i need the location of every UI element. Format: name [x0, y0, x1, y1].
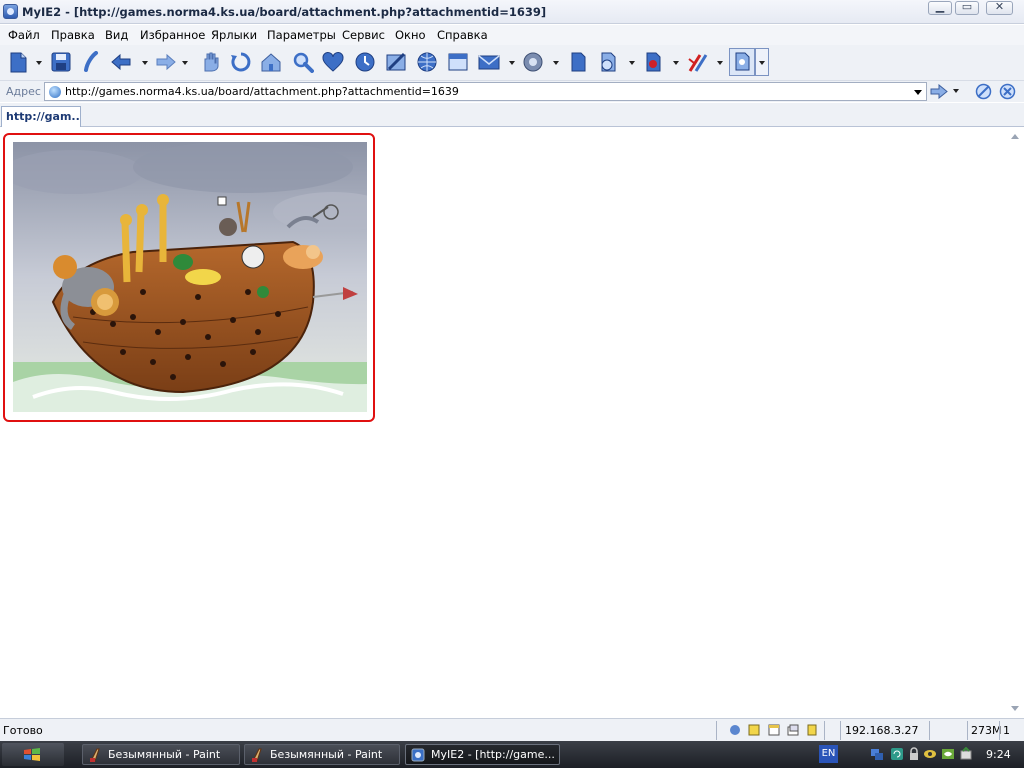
- taskbar-item-myie2[interactable]: MyIE2 - [http://game...: [405, 744, 560, 765]
- forward-dropdown-icon[interactable]: [182, 61, 188, 65]
- security-tray-icon[interactable]: [907, 747, 921, 761]
- nvidia-icon[interactable]: [941, 747, 955, 761]
- media-icon[interactable]: [522, 51, 544, 73]
- new-dropdown-icon[interactable]: [36, 61, 42, 65]
- paint-icon: [252, 748, 262, 762]
- toolbar: [0, 45, 1024, 81]
- vertical-scrollbar[interactable]: [1007, 128, 1024, 718]
- noah-ark-image[interactable]: [13, 142, 367, 412]
- view-icon[interactable]: [729, 48, 755, 76]
- page-status-icon[interactable]: [768, 724, 780, 736]
- sync-icon[interactable]: [890, 747, 904, 761]
- tools-icon[interactable]: [686, 51, 708, 73]
- status-separator: [840, 721, 841, 740]
- mail-icon[interactable]: [478, 51, 500, 73]
- window-title: MyIE2 - [http://games.norma4.ks.ua/board…: [22, 5, 547, 19]
- satellite-icon[interactable]: [975, 83, 992, 100]
- status-text: Готово: [3, 724, 43, 737]
- back-dropdown-icon[interactable]: [142, 61, 148, 65]
- new-icon[interactable]: [7, 51, 29, 73]
- ip-address: 192.168.3.27: [845, 724, 919, 737]
- myie2-icon: [411, 748, 425, 762]
- note-status-icon[interactable]: [748, 724, 760, 736]
- zoom-icon[interactable]: [597, 51, 619, 73]
- address-label: Адрес: [6, 85, 41, 98]
- window-icon[interactable]: [447, 51, 469, 73]
- clock: 9:24: [986, 748, 1011, 761]
- memory-usage: 273M: [971, 724, 1002, 737]
- favorites-heart-icon[interactable]: [322, 51, 344, 73]
- address-input[interactable]: [65, 84, 905, 99]
- status-separator: [929, 721, 930, 740]
- language-indicator[interactable]: EN: [819, 745, 838, 763]
- title-bar: MyIE2 - [http://games.norma4.ks.ua/board…: [0, 0, 1024, 24]
- display-tray-icon[interactable]: [923, 747, 937, 761]
- back-icon[interactable]: [110, 51, 132, 73]
- stop-hand-icon[interactable]: [199, 51, 221, 73]
- phone-icon[interactable]: [80, 51, 102, 73]
- start-button[interactable]: [2, 743, 64, 766]
- window-count: 1: [1003, 724, 1010, 737]
- windows-logo-icon: [24, 748, 40, 761]
- menu-tools[interactable]: Сервис: [342, 28, 385, 42]
- status-separator: [716, 721, 717, 740]
- address-bar: Адрес: [0, 81, 1024, 102]
- security-icon[interactable]: [642, 51, 664, 73]
- edit-icon[interactable]: [385, 51, 407, 73]
- tab-strip: http://gam...: [0, 103, 1024, 127]
- paint-icon: [90, 748, 100, 762]
- search-icon[interactable]: [292, 51, 314, 73]
- page-favicon-icon: [49, 86, 61, 98]
- mail-dropdown-icon[interactable]: [509, 61, 515, 65]
- taskbar-item-paint-1[interactable]: Безымянный - Paint: [82, 744, 240, 765]
- view-dropdown-icon[interactable]: [755, 48, 769, 76]
- page-content: [0, 128, 1024, 718]
- hardware-icon[interactable]: [959, 747, 973, 761]
- address-dropdown-icon[interactable]: [910, 84, 925, 99]
- tab-active[interactable]: http://gam...: [1, 106, 81, 127]
- minimize-button[interactable]: ▁: [928, 0, 952, 15]
- media-dropdown-icon[interactable]: [553, 61, 559, 65]
- menu-favorites[interactable]: Избранное: [140, 28, 205, 42]
- forward-icon[interactable]: [155, 51, 177, 73]
- menu-view[interactable]: Вид: [105, 28, 128, 42]
- menu-options[interactable]: Параметры: [267, 28, 336, 42]
- globe-icon[interactable]: [416, 51, 438, 73]
- windows-status-icon[interactable]: [787, 724, 799, 736]
- security-dropdown-icon[interactable]: [673, 61, 679, 65]
- refresh-icon[interactable]: [230, 51, 252, 73]
- menu-edit[interactable]: Правка: [51, 28, 95, 42]
- status-separator: [967, 721, 968, 740]
- system-tray: EN 9:24: [816, 744, 1024, 765]
- taskbar: Безымянный - Paint Безымянный - Paint My…: [0, 741, 1024, 768]
- go-arrow-icon[interactable]: [930, 84, 948, 99]
- scroll-up-icon[interactable]: [1011, 134, 1019, 139]
- image-frame: [3, 133, 375, 422]
- page-icon[interactable]: [567, 51, 589, 73]
- address-field[interactable]: [44, 82, 927, 101]
- home-icon[interactable]: [260, 51, 282, 73]
- close-button[interactable]: ✕: [986, 0, 1013, 15]
- scroll-down-icon[interactable]: [1011, 706, 1019, 711]
- status-separator: [999, 721, 1000, 740]
- history-icon[interactable]: [354, 51, 376, 73]
- status-bar: Готово 192.168.3.27 273M 1: [0, 718, 1024, 741]
- menu-file[interactable]: Файл: [8, 28, 40, 42]
- app-icon[interactable]: [3, 4, 18, 19]
- menu-window[interactable]: Окно: [395, 28, 426, 42]
- save-icon[interactable]: [50, 51, 72, 73]
- zoom-dropdown-icon[interactable]: [629, 61, 635, 65]
- status-separator: [824, 721, 825, 740]
- close-address-icon[interactable]: [999, 83, 1016, 100]
- clipboard-status-icon[interactable]: [806, 724, 818, 736]
- maximize-button[interactable]: ▭: [955, 0, 979, 15]
- go-dropdown-icon[interactable]: [953, 89, 959, 93]
- menu-shortcuts[interactable]: Ярлыки: [211, 28, 257, 42]
- menu-help[interactable]: Справка: [437, 28, 488, 42]
- menu-bar: Файл Правка Вид Избранное Ярлыки Парамет…: [0, 25, 1024, 45]
- tools-dropdown-icon[interactable]: [717, 61, 723, 65]
- taskbar-item-paint-2[interactable]: Безымянный - Paint: [244, 744, 400, 765]
- globe-status-icon[interactable]: [729, 724, 741, 736]
- network-icon[interactable]: [870, 747, 884, 761]
